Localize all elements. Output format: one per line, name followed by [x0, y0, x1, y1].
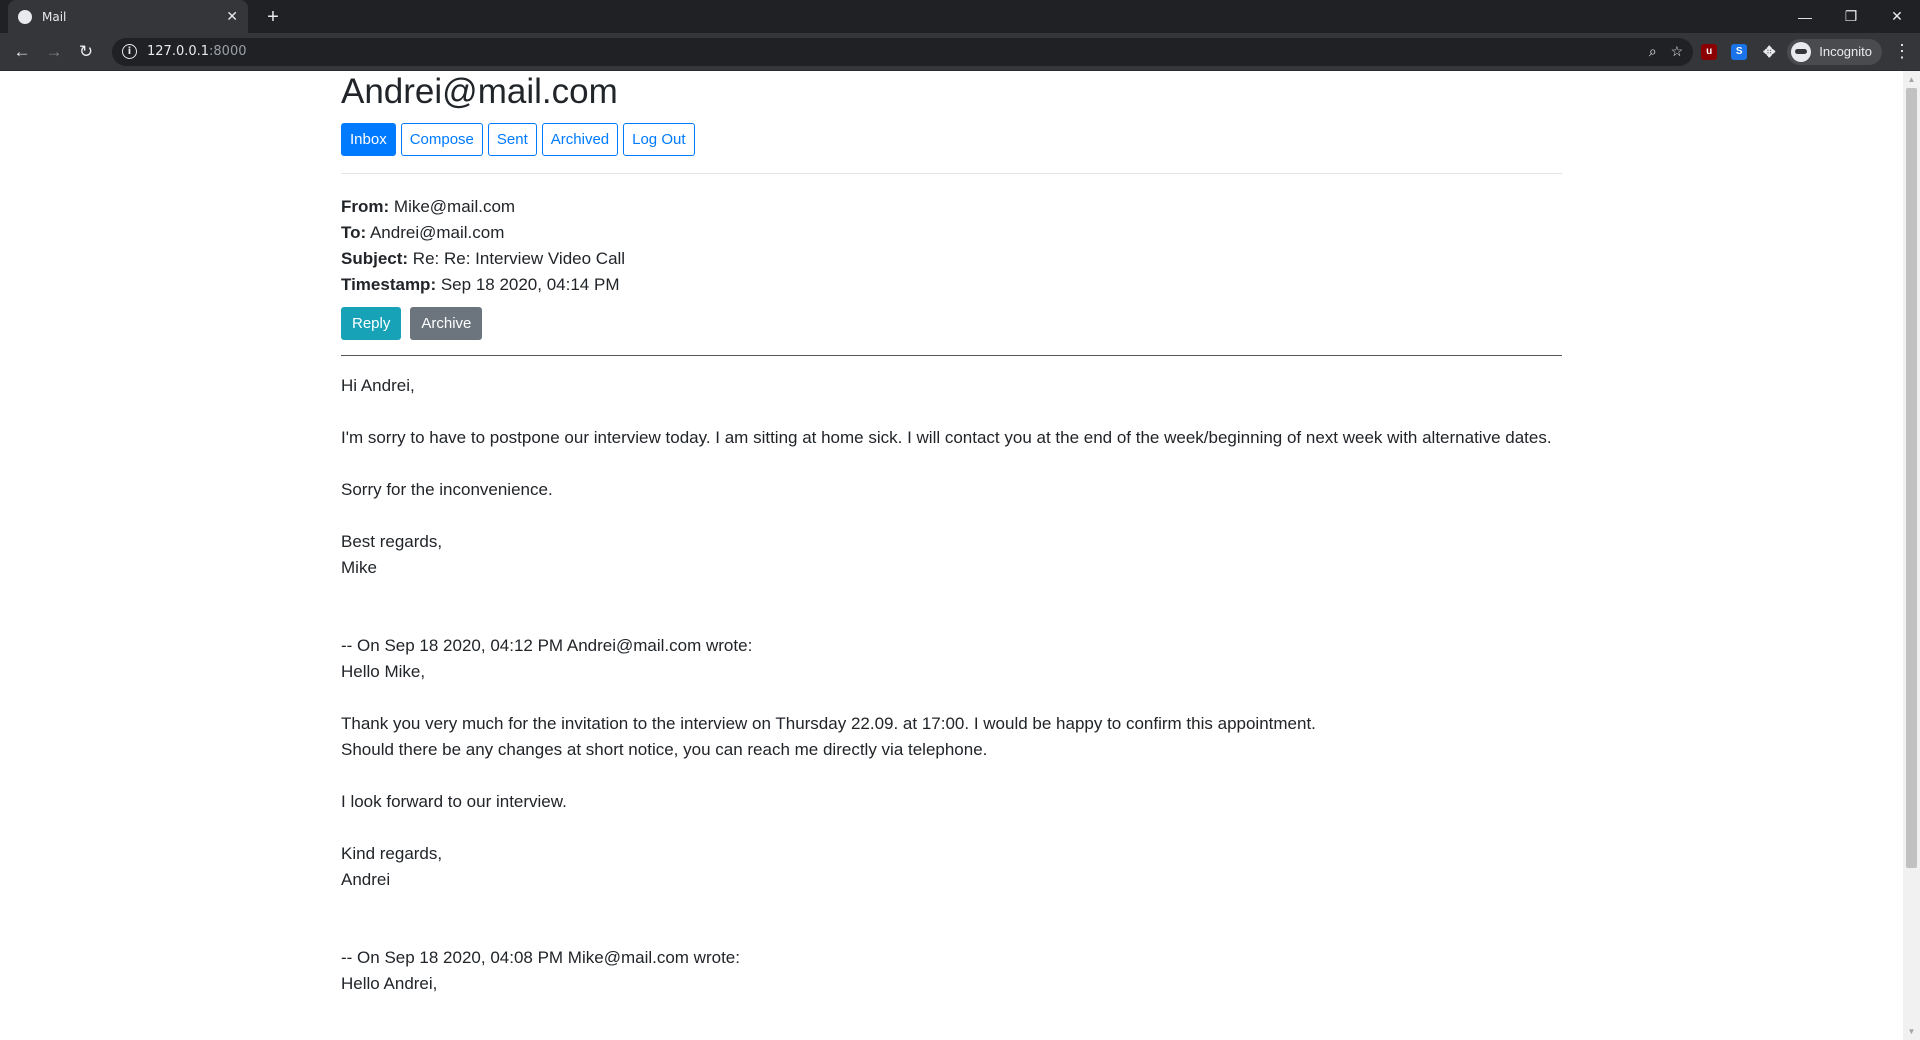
back-arrow-icon[interactable]: ←	[8, 38, 36, 66]
incognito-profile-button[interactable]: Incognito	[1787, 38, 1882, 65]
to-line: To: Andrei@mail.com	[341, 220, 1562, 246]
window-controls: — ❐ ✕	[1782, 0, 1920, 33]
reply-button[interactable]: Reply	[341, 307, 402, 340]
mail-nav: Inbox Compose Sent Archived Log Out	[341, 123, 1562, 156]
subject-value: Re: Re: Interview Video Call	[412, 249, 626, 268]
url-host: 127.0.0.1	[147, 44, 210, 59]
ublock-extension-icon[interactable]: u	[1701, 43, 1718, 60]
browser-toolbar: ← → ↻ i 127.0.0.1:8000 ⌕ ☆ u S ✥ Incogni…	[0, 33, 1920, 71]
scroll-up-icon[interactable]: ▲	[1903, 71, 1920, 88]
browser-menu-icon[interactable]: ⋮	[1892, 41, 1912, 62]
logout-button[interactable]: Log Out	[623, 123, 695, 156]
info-icon[interactable]: i	[122, 44, 137, 59]
new-tab-button[interactable]: +	[260, 4, 286, 30]
mail-container: Andrei@mail.com Inbox Compose Sent Archi…	[341, 71, 1562, 997]
from-line: From: Mike@mail.com	[341, 194, 1562, 220]
scroll-down-icon[interactable]: ▼	[1903, 1023, 1920, 1040]
tab-title: Mail	[42, 9, 67, 24]
to-label: To:	[341, 223, 367, 242]
email-actions: Reply Archive	[341, 307, 1562, 340]
close-tab-icon[interactable]: ✕	[226, 8, 238, 25]
page-scrollbar[interactable]: ▲ ▼	[1903, 71, 1920, 1040]
reload-icon[interactable]: ↻	[72, 38, 100, 66]
body-divider	[341, 355, 1562, 356]
compose-button[interactable]: Compose	[400, 123, 483, 156]
page-title: Andrei@mail.com	[341, 72, 618, 111]
incognito-icon	[1791, 41, 1812, 62]
url-port: :8000	[209, 44, 247, 59]
subject-line: Subject: Re: Re: Interview Video Call	[341, 246, 1562, 272]
bookmark-star-icon[interactable]: ☆	[1671, 43, 1684, 60]
from-label: From:	[341, 197, 390, 216]
globe-icon	[18, 9, 32, 24]
close-window-icon[interactable]: ✕	[1874, 0, 1920, 33]
nav-divider	[341, 173, 1562, 174]
scroll-thumb[interactable]	[1906, 88, 1917, 868]
archive-button[interactable]: Archive	[410, 307, 483, 340]
to-value: Andrei@mail.com	[369, 223, 505, 242]
email-body: Hi Andrei, I'm sorry to have to postpone…	[341, 376, 1552, 993]
restore-icon[interactable]: ❐	[1828, 0, 1874, 33]
minimize-icon[interactable]: —	[1782, 0, 1828, 33]
inbox-button[interactable]: Inbox	[341, 123, 396, 156]
zoom-icon[interactable]: ⌕	[1649, 43, 1657, 60]
profile-label: Incognito	[1819, 44, 1872, 59]
browser-tabstrip: Mail ✕ + — ❐ ✕	[0, 0, 1920, 33]
timestamp-label: Timestamp:	[341, 275, 437, 294]
subject-label: Subject:	[341, 249, 409, 268]
archived-button[interactable]: Archived	[541, 123, 619, 156]
timestamp-value: Sep 18 2020, 04:14 PM	[440, 275, 620, 294]
forward-arrow-icon[interactable]: →	[40, 38, 68, 66]
extensions-area: u S ✥	[1701, 43, 1777, 61]
timestamp-line: Timestamp: Sep 18 2020, 04:14 PM	[341, 272, 1562, 298]
s-extension-icon[interactable]: S	[1731, 43, 1748, 60]
address-bar[interactable]: i 127.0.0.1:8000 ⌕ ☆	[112, 37, 1694, 66]
from-value: Mike@mail.com	[393, 197, 516, 216]
extensions-puzzle-icon[interactable]: ✥	[1761, 44, 1777, 61]
sent-button[interactable]: Sent	[487, 123, 537, 156]
browser-tab[interactable]: Mail ✕	[8, 0, 248, 33]
page-viewport: Andrei@mail.com Inbox Compose Sent Archi…	[0, 71, 1920, 1040]
